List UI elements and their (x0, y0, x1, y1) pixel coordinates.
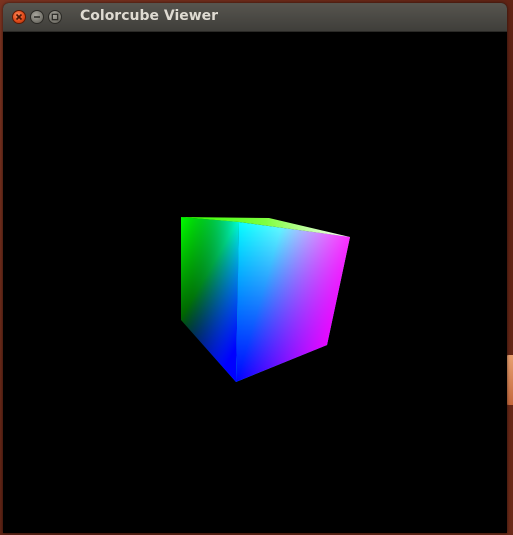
maximize-button[interactable] (48, 10, 62, 24)
close-icon (15, 13, 23, 21)
cube-face-right (236, 222, 350, 382)
color-cube-render (181, 217, 350, 382)
window-titlebar[interactable]: Colorcube Viewer (3, 3, 507, 32)
window-title: Colorcube Viewer (80, 8, 219, 24)
cube-face-left (181, 217, 239, 382)
minimize-icon (34, 16, 40, 18)
close-button[interactable] (12, 10, 26, 24)
gl-viewport[interactable] (6, 32, 504, 531)
app-window: Colorcube Viewer (3, 3, 507, 533)
minimize-button[interactable] (30, 10, 44, 24)
maximize-icon (51, 13, 59, 21)
